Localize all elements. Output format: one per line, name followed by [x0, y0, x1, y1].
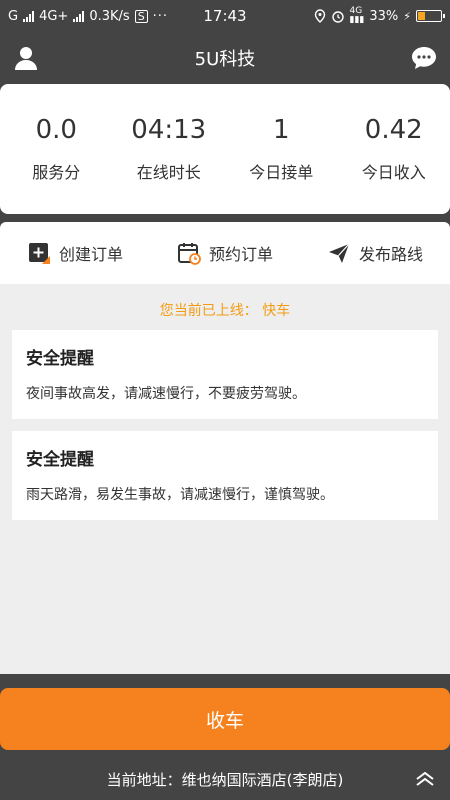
stat-service-score: 0.0 服务分 [0, 115, 113, 183]
stat-income-today: 0.42 今日收入 [338, 115, 450, 183]
4g-icon: 4G ▮▮▮ [349, 6, 365, 25]
chat-icon[interactable] [410, 44, 438, 72]
create-order-button[interactable]: 创建订单 [27, 241, 123, 265]
network-speed: 0.3K/s [89, 8, 130, 24]
current-address: 当前地址：维也纳国际酒店(李朗店) [106, 770, 344, 789]
page-title: 5U科技 [194, 49, 256, 70]
stats-card: 0.0 服务分 04:13 在线时长 1 今日接单 0.42 今日收入 [0, 84, 450, 214]
stat-value: 0.0 [35, 115, 77, 145]
notice-title: 安全提醒 [26, 450, 94, 470]
stat-value: 0.42 [364, 115, 423, 145]
calendar-icon [177, 243, 201, 265]
alarm-icon [331, 11, 344, 23]
create-order-icon [28, 243, 50, 264]
notification-icon: S [134, 9, 148, 23]
stat-label: 今日收入 [361, 163, 426, 182]
main-content: 您当前已上线： 快车 安全提醒 夜间事故高发，请减速慢行，不要疲劳驾驶。 安全提… [0, 284, 450, 674]
finish-shift-button[interactable]: 收车 [0, 688, 450, 750]
battery-icon [416, 10, 445, 22]
stat-orders-today: 1 今日接单 [225, 115, 338, 183]
stat-label: 在线时长 [136, 163, 201, 182]
actions-bar: 创建订单 预约订单 发布路线 [0, 222, 450, 284]
create-order-label: 创建订单 [58, 245, 123, 264]
app-header: 5U科技 [0, 32, 450, 84]
stat-value: 04:13 [131, 115, 207, 145]
more-icon: ··· [152, 8, 169, 24]
user-icon[interactable] [12, 44, 40, 72]
online-status: 您当前已上线： 快车 [159, 303, 291, 319]
stat-value: 1 [272, 115, 290, 145]
current-address-bar[interactable]: 当前地址：维也纳国际酒店(李朗店) [0, 758, 450, 800]
stat-online-time: 04:13 在线时长 [113, 115, 226, 183]
stat-label: 服务分 [32, 163, 81, 182]
publish-route-button[interactable]: 发布路线 [327, 241, 423, 265]
signal-icon [23, 10, 35, 22]
charging-icon: ⚡ [403, 9, 411, 23]
send-icon [328, 243, 350, 263]
notice-text: 雨天路滑，易发生事故，请减速慢行，谨慎驾驶。 [26, 487, 334, 503]
network-label: 4G+ [39, 8, 69, 24]
status-bar: G 4G+ 0.3K/s S ··· 17:43 4G ▮▮▮ 33% ⚡ [0, 0, 450, 32]
location-icon [314, 9, 325, 23]
stat-label: 今日接单 [249, 163, 314, 182]
notice-card[interactable]: 安全提醒 雨天路滑，易发生事故，请减速慢行，谨慎驾驶。 [12, 431, 438, 520]
notice-text: 夜间事故高发，请减速慢行，不要疲劳驾驶。 [26, 386, 306, 402]
reserved-order-label: 预约订单 [208, 245, 273, 264]
reserved-order-button[interactable]: 预约订单 [177, 241, 273, 265]
battery-percent: 33% [369, 8, 399, 24]
notice-title: 安全提醒 [26, 349, 94, 369]
chevron-up-icon[interactable] [414, 768, 436, 790]
carrier-label: G [8, 8, 19, 24]
publish-route-label: 发布路线 [358, 245, 423, 264]
signal-icon-2 [73, 10, 85, 22]
notice-card[interactable]: 安全提醒 夜间事故高发，请减速慢行，不要疲劳驾驶。 [12, 330, 438, 419]
